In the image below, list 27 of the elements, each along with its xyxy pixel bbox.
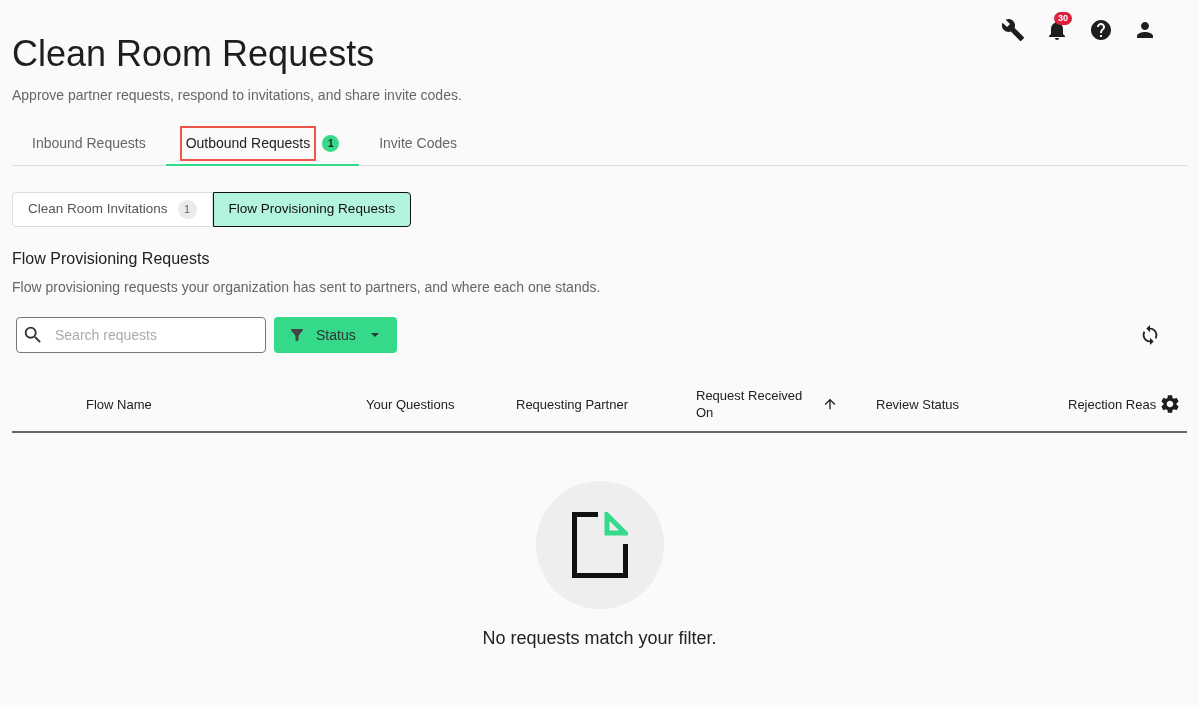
column-header[interactable]: Rejection Reas <box>1068 395 1157 413</box>
column-header[interactable]: Your Questions <box>366 395 455 413</box>
empty-state-message: No requests match your filter. <box>482 627 717 650</box>
column-header[interactable]: Flow Name <box>86 395 152 413</box>
wrench-icon[interactable] <box>1001 18 1025 42</box>
section-title: Flow Provisioning Requests <box>12 249 211 269</box>
page-title: Clean Room Requests <box>12 36 376 72</box>
filter-icon <box>288 326 306 344</box>
status-filter-button[interactable]: Status <box>274 317 397 353</box>
tab[interactable]: Inbound Requests <box>12 122 166 166</box>
count-badge: 1 <box>322 134 340 152</box>
caret-icon <box>370 333 379 337</box>
notification-count: 30 <box>1054 12 1072 25</box>
column-header[interactable]: Requesting Partner <box>516 395 628 413</box>
settings-icon[interactable] <box>1159 393 1181 415</box>
sort-arrow-icon[interactable] <box>822 396 838 412</box>
search-icon <box>22 324 44 346</box>
tab[interactable]: Invite Codes <box>359 122 477 166</box>
page-subtitle: Approve partner requests, respond to invitations, and share invite codes. <box>12 86 462 105</box>
segment-tab[interactable]: Clean Room Invitations 1 <box>12 192 213 227</box>
count-badge: 1 <box>177 200 197 219</box>
section-description: Flow provisioning requests your organization has sent to partners, and where each one stands. <box>12 278 602 297</box>
segment-tab[interactable]: Flow Provisioning Requests <box>212 192 412 227</box>
help-icon[interactable] <box>1089 18 1113 42</box>
column-header[interactable]: Request Received On <box>696 387 806 421</box>
search-field[interactable]: Search requests <box>16 317 266 353</box>
column-header[interactable]: Review Status <box>876 395 960 413</box>
